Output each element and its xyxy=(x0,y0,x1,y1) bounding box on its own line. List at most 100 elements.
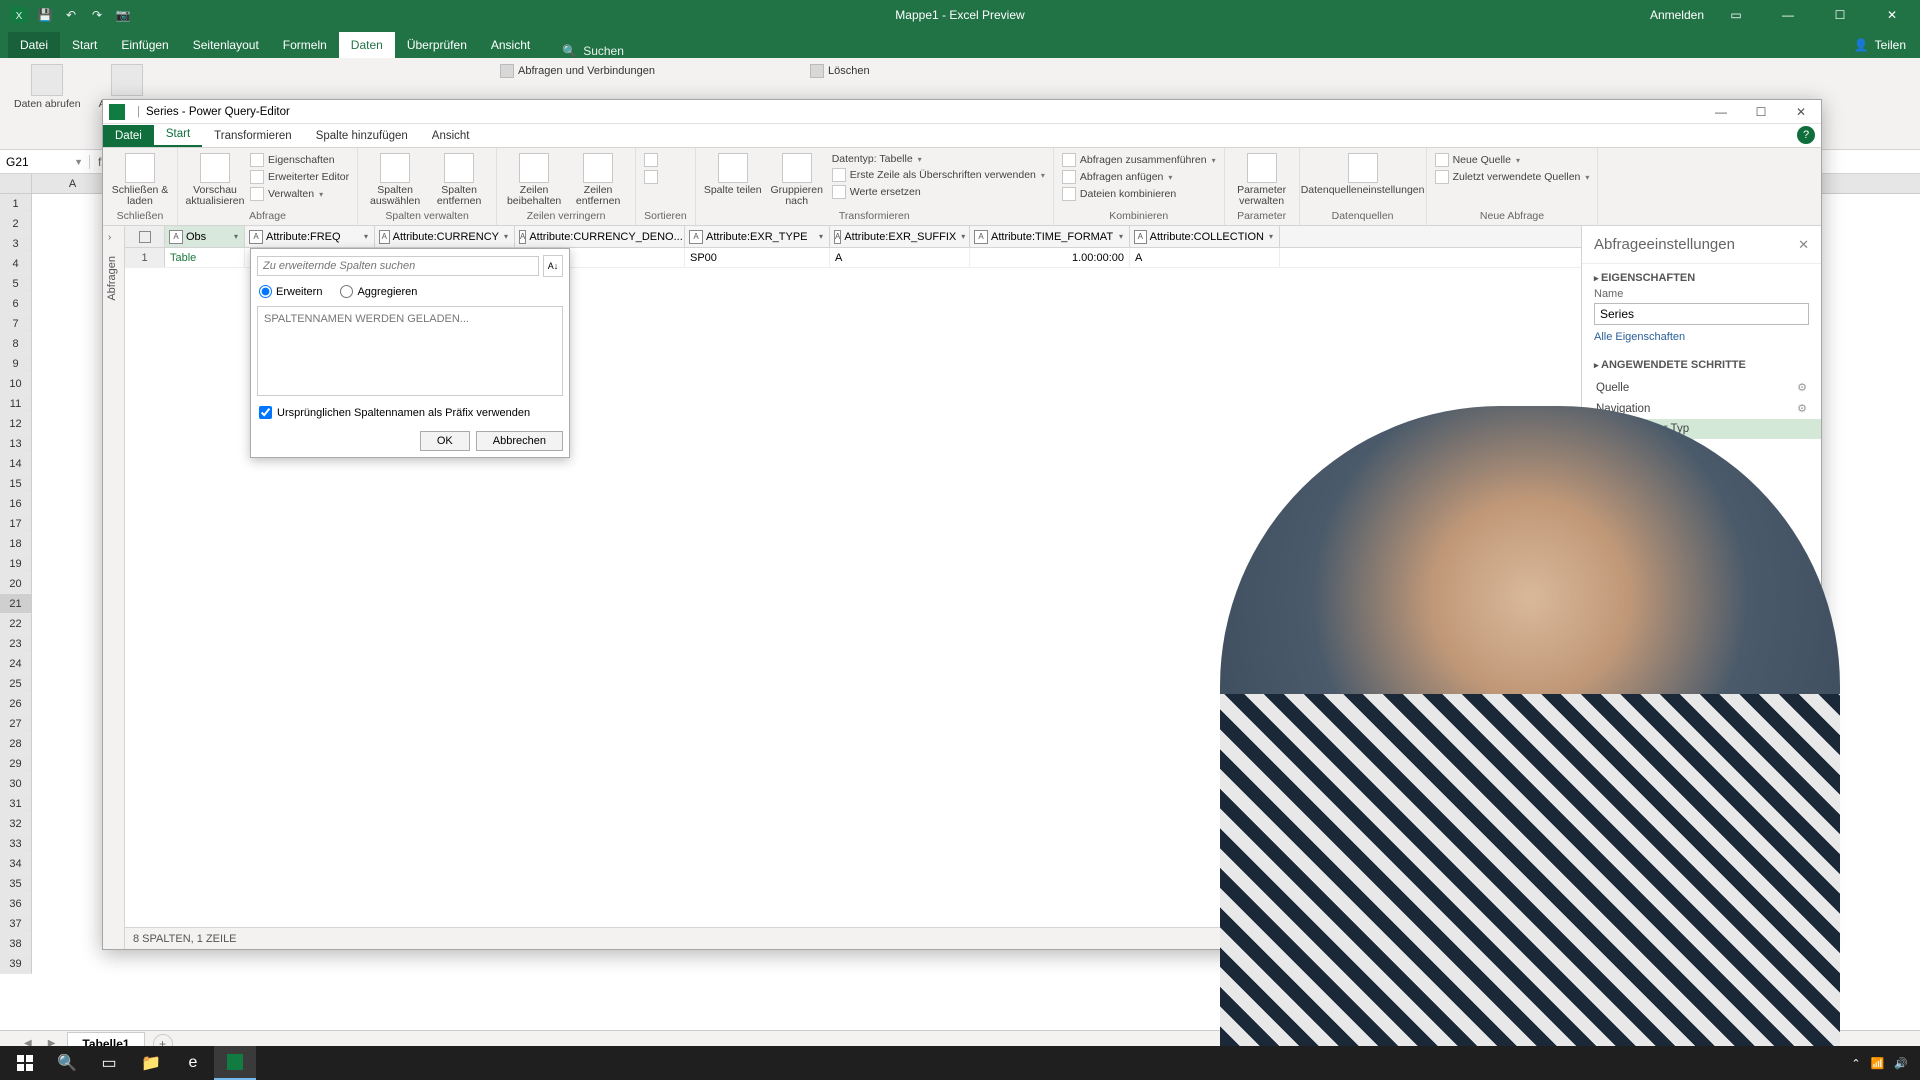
row-header[interactable]: 37 xyxy=(0,914,32,934)
pq-maximize-icon[interactable]: ☐ xyxy=(1741,100,1781,124)
row-header[interactable]: 15 xyxy=(0,474,32,494)
filter-icon[interactable]: ▾ xyxy=(502,232,510,241)
row-header[interactable]: 33 xyxy=(0,834,32,854)
pq-cell[interactable]: SP00 xyxy=(685,248,830,267)
pq-column-header[interactable]: AAttribute:COLLECTION▾ xyxy=(1130,226,1280,247)
row-header[interactable]: 34 xyxy=(0,854,32,874)
row-header[interactable]: 23 xyxy=(0,634,32,654)
row-header[interactable]: 7 xyxy=(0,314,32,334)
pq-help-icon[interactable]: ? xyxy=(1797,126,1815,144)
pq-column-header[interactable]: AAttribute:EXR_TYPE▾ xyxy=(685,226,830,247)
ok-button[interactable]: OK xyxy=(420,431,470,451)
maximize-icon[interactable]: ☐ xyxy=(1820,0,1860,30)
pq-column-header[interactable]: AAttribute:CURRENCY_DENO...▾ xyxy=(515,226,685,247)
tab-ansicht[interactable]: Ansicht xyxy=(479,32,542,58)
datasource-settings-button[interactable]: Datenquelleneinstellungen xyxy=(1308,150,1418,196)
refresh-preview-button[interactable]: Vorschau aktualisieren xyxy=(186,150,244,207)
minimize-icon[interactable]: — xyxy=(1768,0,1808,30)
explorer-icon[interactable]: 📁 xyxy=(130,1046,172,1080)
row-header[interactable]: 36 xyxy=(0,894,32,914)
pq-column-header[interactable]: AAttribute:FREQ▾ xyxy=(245,226,375,247)
replace-values-button[interactable]: Werte ersetzen xyxy=(832,184,1045,200)
pq-cell[interactable]: A xyxy=(830,248,970,267)
row-header[interactable]: 4 xyxy=(0,254,32,274)
pq-column-header[interactable]: AObs▾ xyxy=(165,226,245,247)
filter-icon[interactable]: ▾ xyxy=(959,232,967,241)
applied-step[interactable]: Quelle⚙ xyxy=(1582,377,1821,398)
tab-datei[interactable]: Datei xyxy=(8,32,60,58)
system-tray[interactable]: ⌃ 📶 🔊 xyxy=(1851,1057,1916,1070)
row-header[interactable]: 11 xyxy=(0,394,32,414)
radio-erweitern[interactable]: Erweitern xyxy=(259,285,322,298)
keep-rows-button[interactable]: Zeilen beibehalten xyxy=(505,150,563,207)
filter-icon[interactable]: ▾ xyxy=(362,232,370,241)
row-header[interactable]: 16 xyxy=(0,494,32,514)
row-header[interactable]: 25 xyxy=(0,674,32,694)
first-row-headers-button[interactable]: Erste Zeile als Überschriften verwenden▾ xyxy=(832,167,1045,183)
row-header[interactable]: 9 xyxy=(0,354,32,374)
sort-asc-button[interactable] xyxy=(644,152,658,168)
pq-tab-start[interactable]: Start xyxy=(154,123,202,147)
pq-column-header[interactable]: AAttribute:CURRENCY▾ xyxy=(375,226,515,247)
row-header[interactable]: 39 xyxy=(0,954,32,974)
row-header[interactable]: 32 xyxy=(0,814,32,834)
expand-search-input[interactable] xyxy=(257,256,539,276)
remove-rows-button[interactable]: Zeilen entfernen xyxy=(569,150,627,207)
pq-tab-datei[interactable]: Datei xyxy=(103,125,154,147)
row-header[interactable]: 8 xyxy=(0,334,32,354)
cancel-button[interactable]: Abbrechen xyxy=(476,431,563,451)
sound-icon[interactable]: 🔊 xyxy=(1894,1057,1908,1070)
filter-icon[interactable]: ▾ xyxy=(817,232,825,241)
loeschen-button[interactable]: Löschen xyxy=(810,62,870,80)
close-load-button[interactable]: Schließen & laden xyxy=(111,150,169,207)
row-header[interactable]: 38 xyxy=(0,934,32,954)
gear-icon[interactable]: ⚙ xyxy=(1797,381,1807,394)
datatype-button[interactable]: Datentyp: Tabelle▾ xyxy=(832,152,1045,166)
row-header[interactable]: 24 xyxy=(0,654,32,674)
row-header[interactable]: 10 xyxy=(0,374,32,394)
filter-icon[interactable]: ▾ xyxy=(1117,232,1125,241)
pq-corner[interactable] xyxy=(125,226,165,247)
aus-text-icon[interactable] xyxy=(111,64,143,96)
prefix-checkbox[interactable] xyxy=(259,406,272,419)
query-name-input[interactable] xyxy=(1594,303,1809,325)
row-header[interactable]: 27 xyxy=(0,714,32,734)
ribbon-display-icon[interactable]: ▭ xyxy=(1716,0,1756,30)
combine-files-button[interactable]: Dateien kombinieren xyxy=(1062,186,1216,202)
search-taskbar-icon[interactable]: 🔍 xyxy=(46,1046,88,1080)
radio-aggregieren[interactable]: Aggregieren xyxy=(340,285,417,298)
row-header[interactable]: 21 xyxy=(0,594,32,614)
tab-ueberpruefen[interactable]: Überprüfen xyxy=(395,32,479,58)
manage-params-button[interactable]: Parameter verwalten xyxy=(1233,150,1291,207)
row-header[interactable]: 26 xyxy=(0,694,32,714)
row-header[interactable]: 35 xyxy=(0,874,32,894)
tab-seitenlayout[interactable]: Seitenlayout xyxy=(181,32,271,58)
queries-pane-collapsed[interactable]: › Abfragen xyxy=(103,226,125,949)
pq-cell[interactable]: A xyxy=(1130,248,1280,267)
row-header[interactable]: 19 xyxy=(0,554,32,574)
pq-cell[interactable]: 1.00:00:00 xyxy=(970,248,1130,267)
row-header[interactable]: 2 xyxy=(0,214,32,234)
row-header[interactable]: 28 xyxy=(0,734,32,754)
filter-icon[interactable]: ▾ xyxy=(1267,232,1275,241)
pq-close-icon[interactable]: ✕ xyxy=(1781,100,1821,124)
pq-tab-ansicht[interactable]: Ansicht xyxy=(420,125,482,147)
edge-icon[interactable]: e xyxy=(172,1046,214,1080)
tab-daten[interactable]: Daten xyxy=(339,32,395,58)
new-source-button[interactable]: Neue Quelle▾ xyxy=(1435,152,1590,168)
close-icon[interactable]: ✕ xyxy=(1872,0,1912,30)
abfragen-verbindungen[interactable]: Abfragen und Verbindungen xyxy=(500,62,655,80)
tab-start[interactable]: Start xyxy=(60,32,109,58)
pq-minimize-icon[interactable]: — xyxy=(1701,100,1741,124)
row-header[interactable]: 14 xyxy=(0,454,32,474)
properties-button[interactable]: Eigenschaften xyxy=(250,152,349,168)
row-header[interactable]: 13 xyxy=(0,434,32,454)
redo-icon[interactable]: ↷ xyxy=(88,6,106,24)
undo-icon[interactable]: ↶ xyxy=(62,6,80,24)
row-header[interactable]: 20 xyxy=(0,574,32,594)
pq-column-header[interactable]: AAttribute:EXR_SUFFIX▾ xyxy=(830,226,970,247)
settings-close-icon[interactable]: ✕ xyxy=(1798,237,1809,253)
sort-desc-button[interactable] xyxy=(644,169,658,185)
row-header[interactable]: 22 xyxy=(0,614,32,634)
row-header[interactable]: 1 xyxy=(0,194,32,214)
